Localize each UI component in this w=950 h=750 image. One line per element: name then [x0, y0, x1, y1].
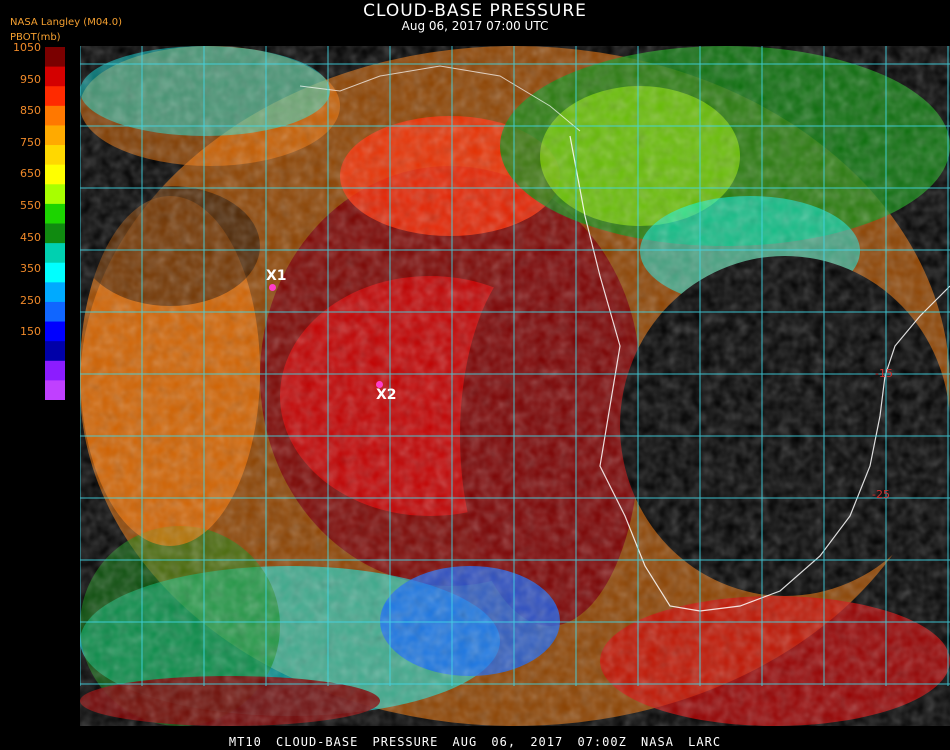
map-timestamp: Aug 06, 2017 07:00 UTC [401, 19, 549, 33]
legend-swatch [45, 321, 65, 342]
point-x2-label: X2 [376, 387, 397, 403]
legend-tick-label: 950 [20, 72, 41, 86]
legend-swatch [45, 47, 65, 68]
point-x1-label: X1 [266, 268, 287, 284]
pressure-map [80, 46, 950, 726]
legend-tick-label: 550 [20, 199, 41, 212]
footer-caption: MT10 CLOUD-BASE PRESSURE AUG 06, 2017 07… [228, 735, 722, 749]
legend-swatch [45, 105, 65, 126]
legend-swatch [45, 203, 65, 224]
legend-tick-label: 1050 [13, 41, 41, 54]
legend-swatch [45, 145, 65, 166]
legend-swatch [45, 66, 65, 87]
legend-tick-label: 750 [20, 135, 41, 149]
color-legend [45, 47, 65, 400]
legend-swatch [45, 282, 65, 303]
legend-tick-label: 350 [20, 262, 41, 276]
legend-swatch [45, 262, 65, 283]
legend-swatch [45, 243, 65, 264]
point-x1-dot [269, 284, 276, 291]
latitude-label-25: -25 [872, 488, 890, 501]
legend-tick-label: 450 [20, 230, 41, 244]
legend-tick-label: 250 [20, 293, 41, 307]
legend-swatch [45, 301, 65, 323]
legend-swatch [45, 125, 65, 146]
legend-swatch [45, 380, 65, 400]
legend-swatch [45, 86, 65, 107]
map-title: CLOUD-BASE PRESSURE [363, 1, 587, 21]
brand-label: NASA Langley (M04.0) [10, 17, 122, 28]
legend-swatch [45, 164, 65, 185]
legend-swatch [45, 223, 65, 244]
legend-tick-label: 850 [20, 104, 41, 118]
legend-tick-label: 150 [20, 325, 41, 339]
legend-swatch [45, 360, 65, 381]
legend-tick-label: 650 [20, 167, 41, 181]
legend-swatch [45, 341, 65, 362]
latitude-label-15: -15 [875, 367, 893, 380]
legend-swatch [45, 184, 65, 205]
